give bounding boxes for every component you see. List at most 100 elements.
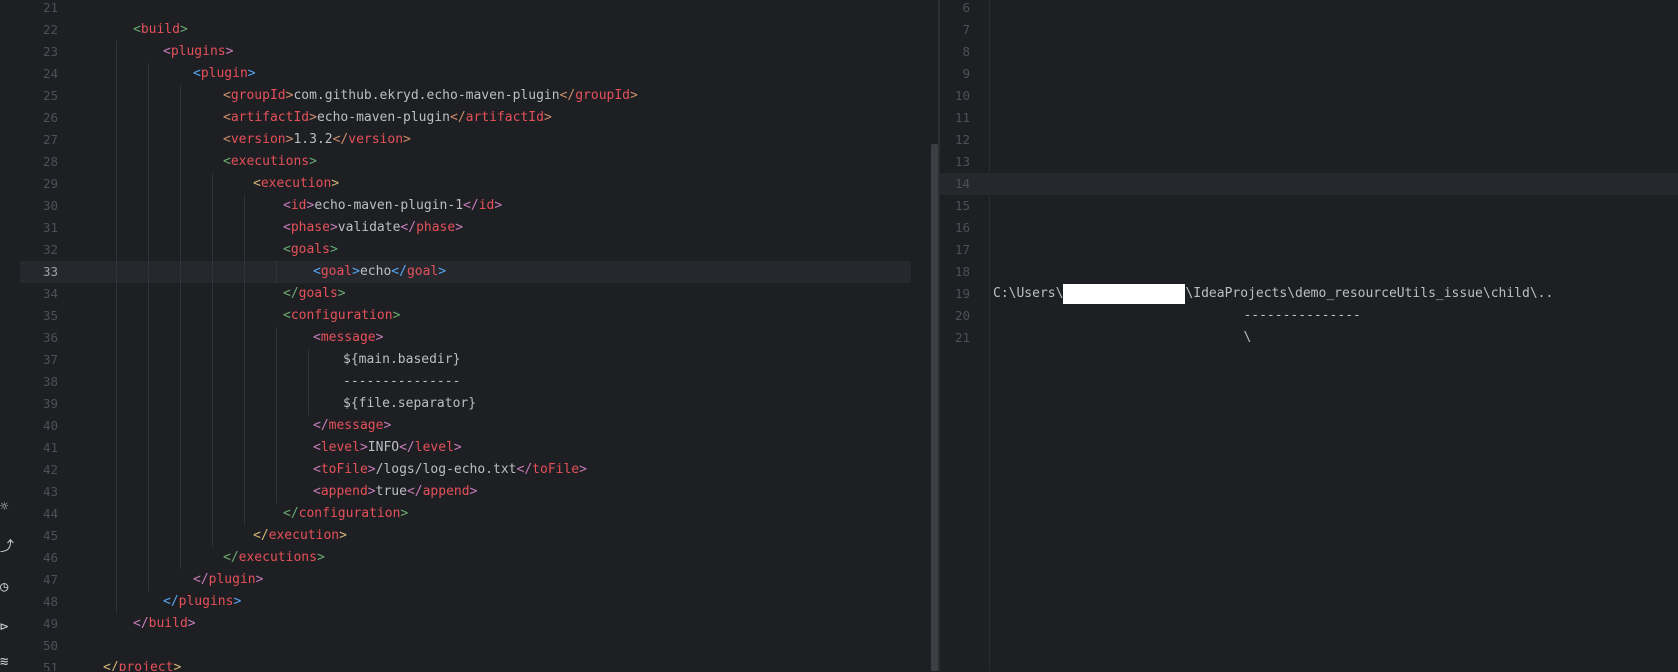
code-content: </project> — [103, 657, 181, 671]
code-line[interactable]: 37 ${main.basedir} — [20, 349, 931, 371]
code-line[interactable]: 21 — [20, 0, 931, 19]
xml-bracket: > — [316, 550, 325, 565]
xml-bracket: </ — [332, 132, 349, 147]
xml-bracket: > — [375, 330, 384, 345]
code-line[interactable]: 28 <executions> — [20, 151, 931, 173]
xml-bracket: > — [187, 616, 196, 631]
xml-bracket: > — [173, 660, 182, 671]
output-line[interactable]: 12 — [940, 129, 1678, 151]
xml-tag-name: level — [320, 440, 360, 455]
code-line[interactable]: 29 <execution> — [20, 173, 931, 195]
code-line[interactable]: 45 </execution> — [20, 525, 931, 547]
line-number: 36 — [42, 330, 58, 345]
xml-text: ${file.separator} — [343, 396, 477, 411]
code-line[interactable]: 22 <build> — [20, 19, 931, 41]
code-content: <version>1.3.2</version> — [223, 129, 411, 151]
xml-text: /logs/log-echo.txt — [375, 462, 517, 477]
log-output-editor[interactable]: 6 7 8 9 10 11 12 13 14 15 16 17 18 19 C:\Users\ \IdeaPr… — [940, 0, 1678, 671]
xml-tag-name: message — [328, 418, 384, 433]
xml-bracket: > — [455, 220, 464, 235]
debug-icon[interactable]: ☼ — [0, 497, 20, 517]
code-line[interactable]: 31 <phase>validate</phase> — [20, 217, 931, 239]
xml-tag-name: plugins — [170, 44, 226, 59]
xml-text: echo-maven-plugin — [316, 110, 450, 125]
code-line[interactable]: 49 </build> — [20, 613, 931, 635]
output-line[interactable]: 15 — [940, 195, 1678, 217]
output-line[interactable]: 6 — [940, 0, 1678, 19]
code-line[interactable]: 50 — [20, 635, 931, 657]
line-number: 10 — [954, 88, 970, 103]
code-line[interactable]: 35 <configuration> — [20, 305, 931, 327]
code-line[interactable]: 47 </plugin> — [20, 569, 931, 591]
code-content: </execution> — [253, 525, 347, 547]
xml-bracket: > — [359, 440, 368, 455]
services-icon[interactable]: ⊳ — [0, 617, 20, 637]
xml-bracket: > — [403, 132, 411, 147]
xml-bracket: < — [223, 88, 231, 103]
code-line[interactable]: 24 <plugin> — [20, 63, 931, 85]
line-number: 38 — [42, 374, 58, 389]
line-number: 9 — [962, 66, 970, 81]
output-line[interactable]: 9 — [940, 63, 1678, 85]
code-line[interactable]: 23 <plugins> — [20, 41, 931, 63]
code-line[interactable]: 25 <groupId>com.github.ekryd.echo-maven-p… — [20, 85, 931, 107]
code-line[interactable]: 33 <goal>echo</goal> — [20, 261, 931, 283]
xml-tag-name: project — [118, 660, 174, 671]
output-line[interactable]: 21 \ — [940, 327, 1678, 349]
output-line[interactable]: 14 — [940, 173, 1678, 195]
git-push-icon[interactable]: ⤴ — [0, 537, 20, 557]
code-line[interactable]: 51 </project> — [20, 657, 931, 671]
xml-bracket: > — [329, 242, 338, 257]
left-editor-scrollbar-thumb[interactable] — [931, 144, 938, 671]
xml-bracket: < — [283, 198, 291, 213]
output-line[interactable]: 11 — [940, 107, 1678, 129]
output-line[interactable]: 16 — [940, 217, 1678, 239]
code-content: <level>INFO</level> — [313, 437, 462, 459]
left-editor-scroll-track[interactable] — [911, 0, 931, 671]
xml-bracket: </ — [253, 528, 269, 543]
code-line[interactable]: 26 <artifactId>echo-maven-plugin</artifac… — [20, 107, 931, 129]
output-line[interactable]: 10 — [940, 85, 1678, 107]
code-line[interactable]: 27 <version>1.3.2</version> — [20, 129, 931, 151]
output-line[interactable]: 8 — [940, 41, 1678, 63]
layers-icon[interactable]: ≋ — [0, 652, 20, 672]
xml-tag-name: phase — [416, 220, 456, 235]
code-content: <toFile>/logs/log-echo.txt</toFile> — [313, 459, 587, 481]
code-line[interactable]: 42 <toFile>/logs/log-echo.txt</toFile> — [20, 459, 931, 481]
line-number: 47 — [42, 572, 58, 587]
code-line[interactable]: 30 <id>echo-maven-plugin-1</id> — [20, 195, 931, 217]
xml-tag-name: configuration — [298, 506, 401, 521]
output-line[interactable]: 13 — [940, 151, 1678, 173]
line-number: 23 — [42, 44, 58, 59]
pom-xml-editor[interactable]: 21 22 <build> 23 <plugins> 24 <plugin> 25 <group… — [20, 0, 931, 671]
code-line[interactable]: 44 </configuration> — [20, 503, 931, 525]
line-number: 31 — [42, 220, 58, 235]
line-number: 15 — [954, 198, 970, 213]
code-line[interactable]: 38 --------------- — [20, 371, 931, 393]
profiler-icon[interactable]: ◷ — [0, 577, 20, 597]
code-line[interactable]: 40 </message> — [20, 415, 931, 437]
code-line[interactable]: 36 <message> — [20, 327, 931, 349]
xml-text: com.github.ekryd.echo-maven-plugin — [293, 88, 560, 103]
output-line[interactable]: 17 — [940, 239, 1678, 261]
code-line[interactable]: 32 <goals> — [20, 239, 931, 261]
code-line[interactable]: 41 <level>INFO</level> — [20, 437, 931, 459]
xml-text: echo — [359, 264, 392, 279]
left-tool-strip: ☼ ⤴ ◷ ⊳ ≋ — [0, 0, 21, 671]
code-content: </goals> — [283, 283, 346, 305]
output-line[interactable]: 19 C:\Users\ \IdeaProjects\demo_resourceUt… — [940, 283, 1678, 305]
code-line[interactable]: 48 </plugins> — [20, 591, 931, 613]
code-line[interactable]: 43 <append>true</append> — [20, 481, 931, 503]
code-content: <configuration> — [283, 305, 400, 327]
output-line[interactable]: 18 — [940, 261, 1678, 283]
xml-bracket: > — [309, 110, 317, 125]
code-line[interactable]: 34 </goals> — [20, 283, 931, 305]
xml-bracket: </ — [450, 110, 466, 125]
output-line[interactable]: 20 --------------- — [940, 305, 1678, 327]
xml-bracket: </ — [399, 440, 415, 455]
xml-tag-name: phase — [290, 220, 330, 235]
code-line[interactable]: 46 </executions> — [20, 547, 931, 569]
output-line[interactable]: 7 — [940, 19, 1678, 41]
xml-tag-name: goals — [298, 286, 338, 301]
code-line[interactable]: 39 ${file.separator} — [20, 393, 931, 415]
